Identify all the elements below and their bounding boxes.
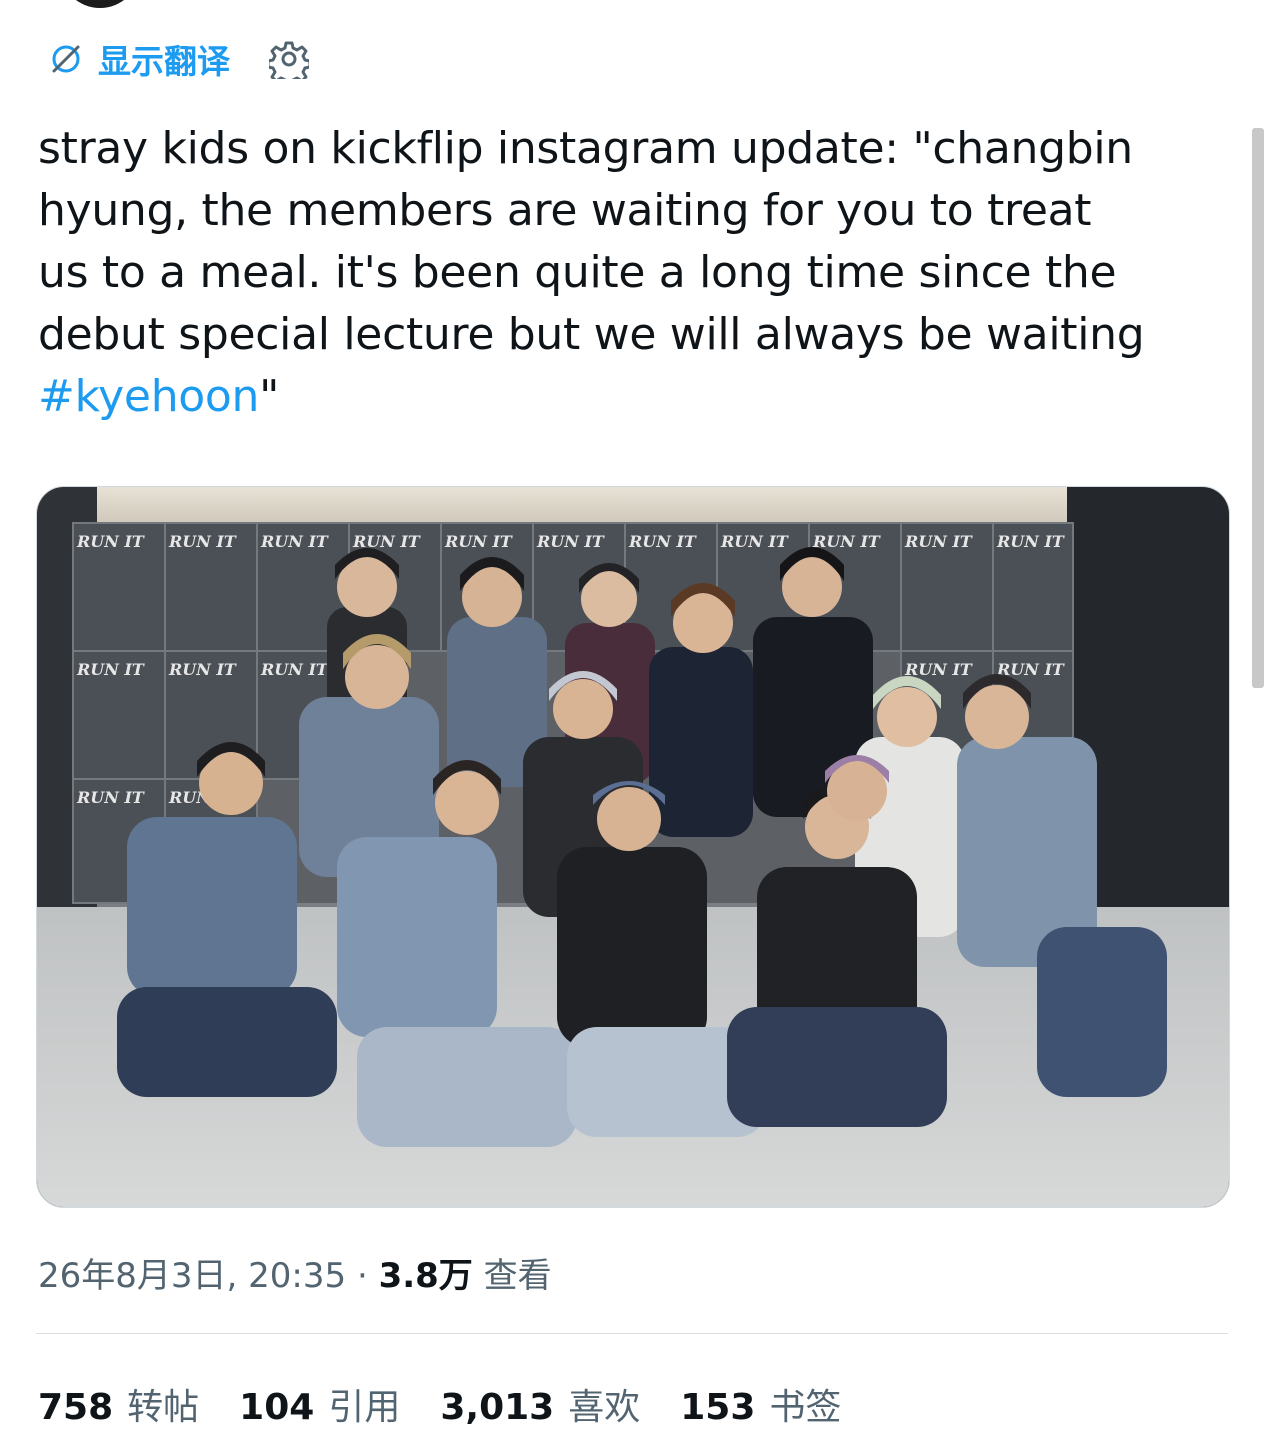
quotes-count: 104 [239,1387,315,1428]
likes-label: 喜欢 [568,1387,641,1428]
tweet-text-line-last: #kyehoon" [38,366,1218,428]
poster-text: RUN IT [904,660,973,679]
quotes-stat[interactable]: 104 引用 [239,1378,400,1430]
translate-row: 显示翻译 [48,36,312,82]
poster-text: RUN IT [76,660,145,679]
show-translation-link[interactable]: 显示翻译 [98,35,230,83]
views-count: 3.8万 [378,1256,473,1296]
bookmarks-stat[interactable]: 153 书签 [680,1378,841,1430]
hashtag-link[interactable]: #kyehoon [38,371,259,422]
poster-text: RUN IT [76,788,145,807]
tweet-text-line: us to a meal. it's been quite a long tim… [38,247,1117,298]
poster-text: RUN IT [444,532,513,551]
poster-text: RUN IT [260,660,329,679]
bookmarks-label: 书签 [769,1387,842,1428]
tweet-text: stray kids on kickflip instagram update:… [38,118,1218,428]
reposts-count: 758 [38,1387,114,1428]
divider [36,1333,1228,1334]
poster-text: RUN IT [904,532,973,551]
poster-text: RUN IT [76,532,145,551]
quotes-label: 引用 [328,1387,401,1428]
translate-off-icon[interactable] [48,41,84,77]
tweet-time[interactable]: 20:35 [248,1256,346,1296]
poster-text: RUN IT [812,532,881,551]
bookmarks-count: 153 [680,1387,756,1428]
poster-text: RUN IT [352,532,421,551]
avatar[interactable] [60,0,140,8]
meta-separator: · [356,1256,368,1296]
closing-quote: " [259,371,280,422]
likes-count: 3,013 [440,1387,555,1428]
tweet-text-line: stray kids on kickflip instagram update:… [38,123,1133,174]
poster-text: RUN IT [996,532,1065,551]
poster-text: RUN IT [628,532,697,551]
reposts-label: 转帖 [127,1387,200,1428]
engagement-stats: 758 转帖 104 引用 3,013 喜欢 153 书签 [38,1378,841,1430]
gear-icon[interactable] [266,36,312,82]
poster-text: RUN IT [168,660,237,679]
tweet-meta: 26年8月3日, 20:35 · 3.8万 查看 [38,1256,552,1296]
views-label: 查看 [483,1256,552,1296]
scrollbar[interactable] [1252,128,1264,688]
poster-text: RUN IT [260,532,329,551]
poster-text: RUN IT [536,532,605,551]
poster-text: RUN IT [168,532,237,551]
tweet-text-line: hyung, the members are waiting for you t… [38,185,1092,236]
tweet-date[interactable]: 26年8月3日 [38,1256,227,1296]
poster-text: RUN IT [720,532,789,551]
group-photo: RUN IT RUN IT RUN IT RUN IT RUN IT RUN I… [37,487,1229,1207]
tweet-photo[interactable]: RUN IT RUN IT RUN IT RUN IT RUN IT RUN I… [36,486,1230,1208]
reposts-stat[interactable]: 758 转帖 [38,1378,199,1430]
tweet-text-line: debut special lecture but we will always… [38,309,1145,360]
likes-stat[interactable]: 3,013 喜欢 [440,1378,640,1430]
